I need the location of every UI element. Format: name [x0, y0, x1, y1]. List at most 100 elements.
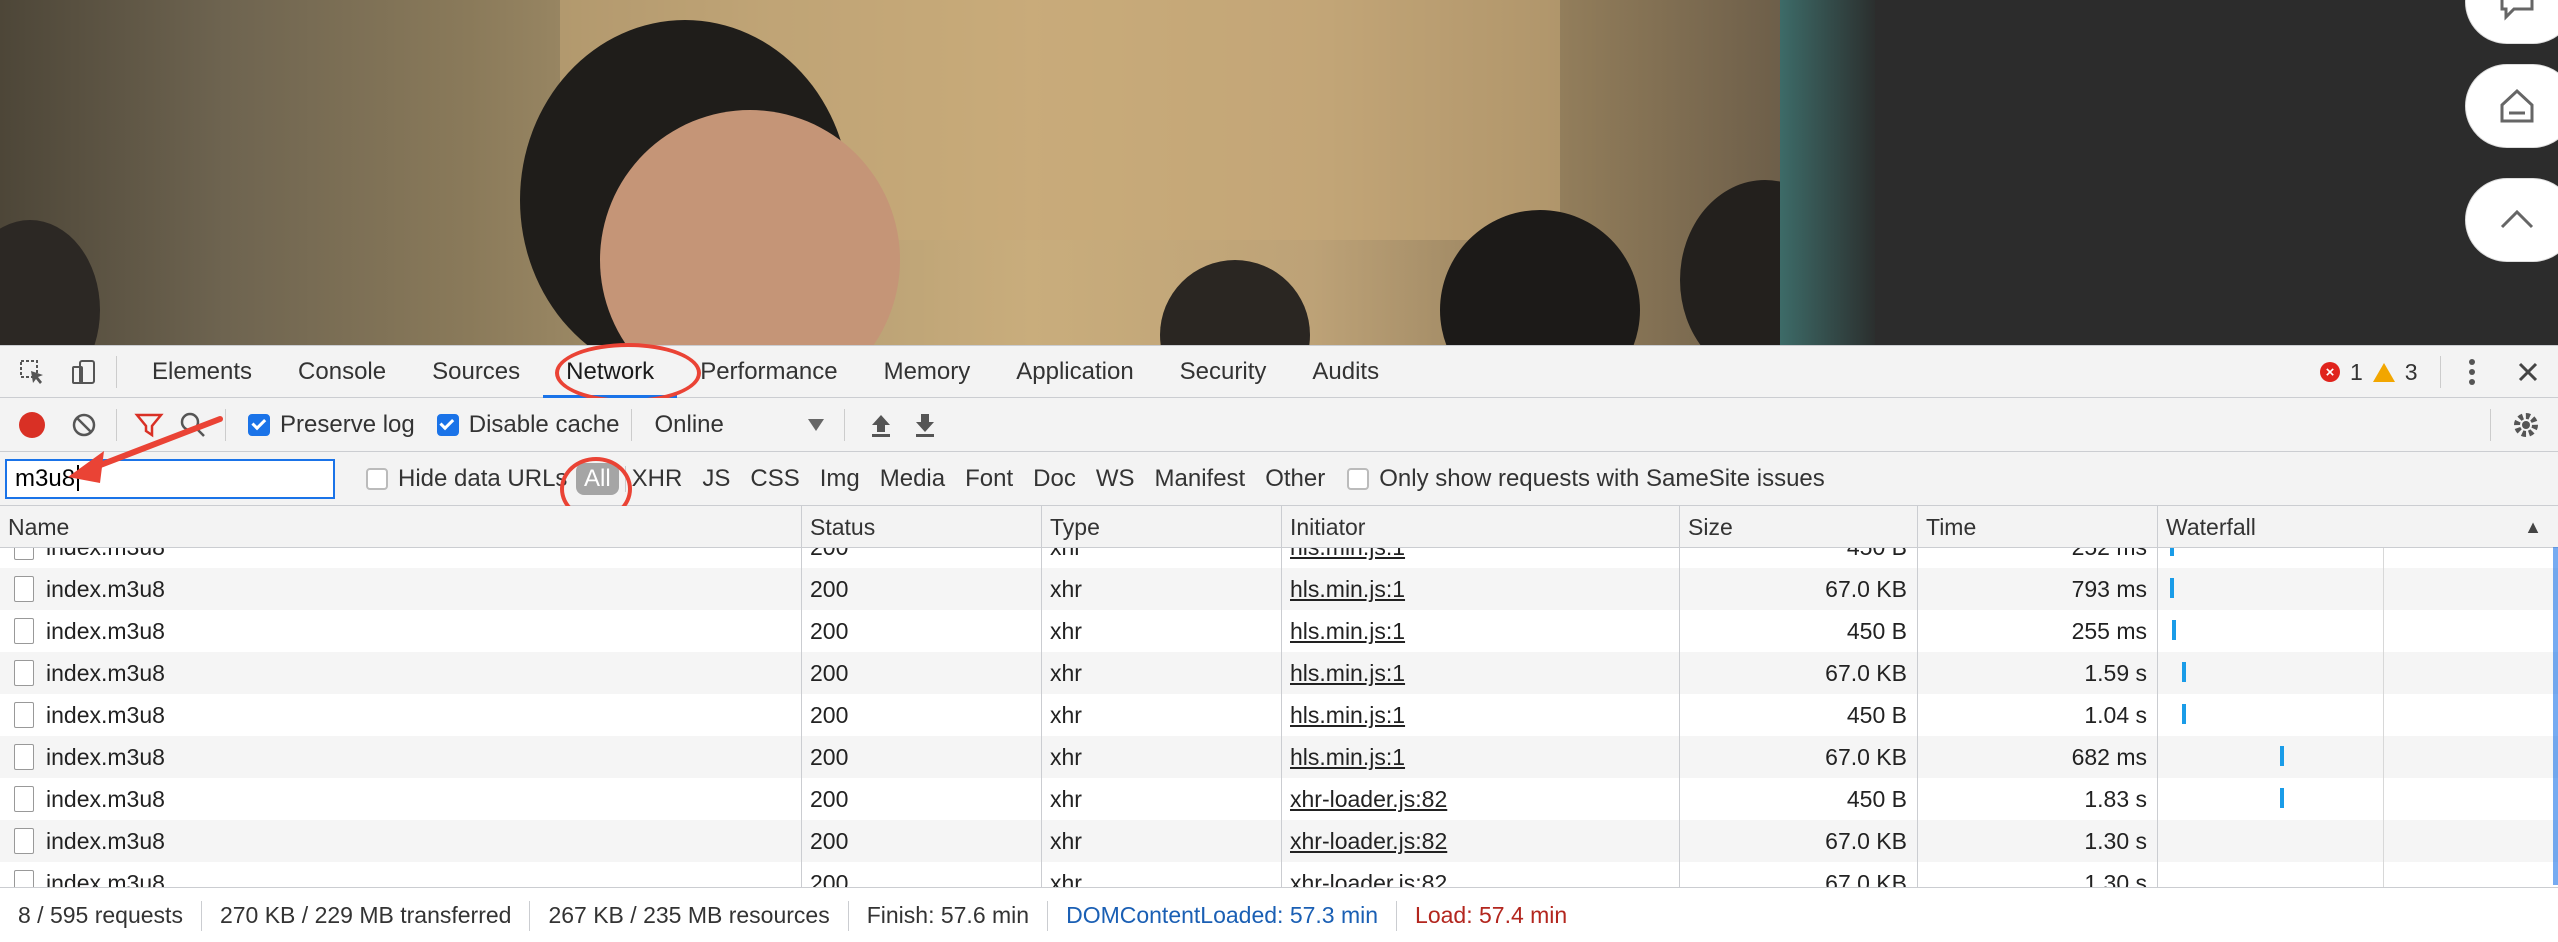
- column-header-initiator[interactable]: Initiator: [1282, 506, 1680, 548]
- request-initiator-link[interactable]: xhr-loader.js:82: [1290, 870, 1447, 889]
- separator: [631, 408, 633, 441]
- request-name[interactable]: index.m3u8: [46, 870, 165, 889]
- device-toolbar-icon[interactable]: [64, 352, 104, 392]
- column-header-time[interactable]: Time: [1918, 506, 2158, 548]
- filter-type-xhr[interactable]: XHR: [632, 463, 693, 495]
- table-row[interactable]: index.m3u8 200 xhr hls.min.js:1 450 B 25…: [0, 610, 2558, 652]
- warning-count: 3: [2404, 358, 2418, 385]
- waterfall-bar: [2172, 620, 2176, 640]
- filter-type-font[interactable]: Font: [955, 463, 1023, 495]
- request-size: 67.0 KB: [1680, 820, 1918, 862]
- clear-button[interactable]: [64, 405, 104, 445]
- request-initiator-link[interactable]: hls.min.js:1: [1290, 744, 1405, 771]
- preserve-log-checkbox[interactable]: Preserve log: [248, 411, 415, 439]
- filter-type-css[interactable]: CSS: [740, 463, 809, 495]
- request-initiator-link[interactable]: hls.min.js:1: [1290, 618, 1405, 645]
- request-name[interactable]: index.m3u8: [46, 786, 165, 813]
- request-initiator-link[interactable]: hls.min.js:1: [1290, 702, 1405, 729]
- waterfall-bar: [2280, 788, 2284, 808]
- inspect-element-icon[interactable]: [12, 352, 52, 392]
- table-row[interactable]: index.m3u8 200 xhr xhr-loader.js:82 450 …: [0, 778, 2558, 820]
- tab-network[interactable]: Network: [543, 346, 678, 398]
- export-har-button[interactable]: [905, 405, 945, 445]
- table-row[interactable]: index.m3u8 200 xhr xhr-loader.js:82 67.0…: [0, 820, 2558, 862]
- request-name[interactable]: index.m3u8: [46, 702, 165, 729]
- requests-table-body[interactable]: index.m3u8 200 xhr hls.min.js:1 450 B 25…: [0, 548, 2558, 888]
- checkbox-checked[interactable]: [436, 413, 459, 436]
- filter-type-ws[interactable]: WS: [1086, 463, 1145, 495]
- issue-counters[interactable]: × 1 3: [2320, 346, 2418, 398]
- table-row[interactable]: index.m3u8 200 xhr hls.min.js:1 67.0 KB …: [0, 568, 2558, 610]
- checkbox-checked[interactable]: [248, 413, 270, 436]
- request-name[interactable]: index.m3u8: [46, 576, 165, 603]
- table-row[interactable]: index.m3u8 200 xhr hls.min.js:1 450 B 1.…: [0, 694, 2558, 736]
- video-frame[interactable]: [0, 0, 1875, 345]
- close-devtools-button[interactable]: [2508, 346, 2548, 398]
- filter-toggle-button[interactable]: [129, 405, 169, 445]
- request-initiator-link[interactable]: hls.min.js:1: [1290, 576, 1405, 603]
- checkbox-unchecked[interactable]: [1347, 468, 1370, 490]
- request-initiator-link[interactable]: xhr-loader.js:82: [1290, 786, 1447, 813]
- more-options-button[interactable]: [2452, 346, 2492, 398]
- column-header-name[interactable]: Name: [0, 506, 802, 548]
- filter-type-js[interactable]: JS: [692, 463, 740, 495]
- separator: [2490, 409, 2491, 441]
- network-settings-button[interactable]: [2506, 405, 2546, 445]
- column-header-waterfall[interactable]: Waterfall ▲: [2158, 506, 2558, 548]
- request-size: 450 B: [1680, 548, 1918, 568]
- hide-data-urls-checkbox[interactable]: Hide data URLs: [366, 465, 567, 493]
- request-size: 67.0 KB: [1680, 736, 1918, 778]
- gear-icon: [2514, 413, 2538, 437]
- hide-data-urls-label: Hide data URLs: [398, 464, 568, 492]
- chat-icon: [2500, 0, 2534, 21]
- tab-security[interactable]: Security: [1157, 346, 1290, 398]
- request-initiator-link[interactable]: hls.min.js:1: [1290, 660, 1405, 687]
- tab-elements[interactable]: Elements: [129, 346, 275, 398]
- finish-time: Finish: 57.6 min: [849, 900, 1049, 931]
- column-header-status[interactable]: Status: [802, 506, 1042, 548]
- column-header-size[interactable]: Size: [1680, 506, 1918, 548]
- scroll-top-button[interactable]: [2465, 178, 2558, 262]
- samesite-issues-checkbox[interactable]: Only show requests with SameSite issues: [1347, 465, 1825, 493]
- sort-ascending-icon: ▲: [2524, 516, 2542, 537]
- filter-type-img[interactable]: Img: [810, 463, 870, 495]
- request-name[interactable]: index.m3u8: [46, 828, 165, 855]
- column-header-type[interactable]: Type: [1042, 506, 1282, 548]
- disable-cache-label: Disable cache: [468, 410, 620, 438]
- tab-console[interactable]: Console: [275, 346, 409, 398]
- filter-type-media[interactable]: Media: [870, 463, 955, 495]
- requests-table-header: Name Status Type Initiator Size Time Wat…: [0, 506, 2558, 548]
- filter-type-doc[interactable]: Doc: [1023, 463, 1086, 495]
- request-type: xhr: [1042, 778, 1282, 820]
- search-button[interactable]: [173, 405, 213, 445]
- throttling-select[interactable]: Online: [654, 411, 825, 439]
- chat-button[interactable]: [2465, 0, 2558, 44]
- disable-cache-checkbox[interactable]: Disable cache: [436, 410, 620, 439]
- tab-performance[interactable]: Performance: [677, 346, 860, 398]
- import-har-button[interactable]: [861, 405, 901, 445]
- document-icon: [14, 870, 34, 888]
- filter-input[interactable]: m3u8: [5, 459, 335, 499]
- table-row[interactable]: index.m3u8 200 xhr hls.min.js:1 67.0 KB …: [0, 736, 2558, 778]
- tab-memory[interactable]: Memory: [861, 346, 994, 398]
- checkbox-unchecked[interactable]: [366, 467, 388, 490]
- filter-type-manifest[interactable]: Manifest: [1145, 463, 1256, 495]
- table-row[interactable]: index.m3u8 200 xhr hls.min.js:1 67.0 KB …: [0, 652, 2558, 694]
- filter-type-other[interactable]: Other: [1255, 463, 1335, 495]
- request-name[interactable]: index.m3u8: [46, 744, 165, 771]
- request-initiator-link[interactable]: hls.min.js:1: [1290, 548, 1405, 561]
- tab-application[interactable]: Application: [993, 346, 1156, 398]
- record-button[interactable]: [12, 405, 52, 445]
- request-name[interactable]: index.m3u8: [46, 660, 165, 687]
- home-button[interactable]: [2465, 64, 2558, 148]
- tab-sources[interactable]: Sources: [409, 346, 543, 398]
- request-time: 793 ms: [1918, 568, 2158, 610]
- tab-audits[interactable]: Audits: [1289, 346, 1402, 398]
- request-name[interactable]: index.m3u8: [46, 548, 165, 561]
- error-icon: ×: [2320, 362, 2340, 382]
- request-initiator-link[interactable]: xhr-loader.js:82: [1290, 828, 1447, 855]
- filter-type-all[interactable]: All: [576, 463, 619, 495]
- table-row[interactable]: index.m3u8 200 xhr hls.min.js:1 450 B 25…: [0, 548, 2558, 568]
- table-row[interactable]: index.m3u8 200 xhr xhr-loader.js:82 67.0…: [0, 862, 2558, 888]
- request-name[interactable]: index.m3u8: [46, 618, 165, 645]
